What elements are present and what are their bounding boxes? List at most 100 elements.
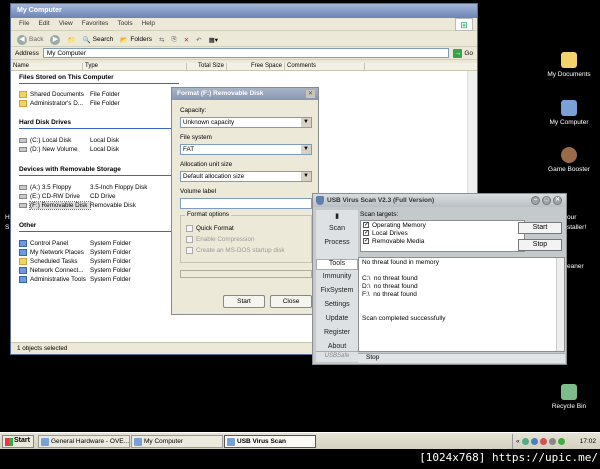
nav-tools[interactable]: Tools [316,259,358,270]
task-usb-virus-scan[interactable]: USB Virus Scan [224,435,316,448]
file-system-select[interactable]: FAT ▼ [180,144,312,155]
desktop-icon-recycle-bin[interactable]: Recycle Bin [539,384,599,410]
nav-register[interactable]: Register [316,329,358,336]
task-my-computer[interactable]: My Computer [131,435,223,448]
target-removable-media[interactable]: ✓ Removable Media [361,237,524,245]
col-type[interactable]: Type [83,63,187,71]
partial-desktop-label: staller! [567,224,587,231]
nav-update[interactable]: Update [316,315,358,322]
scan-stop-button[interactable]: Stop [518,239,562,251]
tray-clock[interactable]: 17:02 [580,438,596,445]
close-icon[interactable]: ✕ [306,90,315,98]
usb-virus-scan-window: USB Virus Scan V2.3 (Full Version) – □ ✕… [312,193,567,365]
back-button[interactable]: ◀ Back [17,34,43,45]
go-arrow-icon: → [453,48,463,58]
tray-icon[interactable] [548,438,556,445]
views-button[interactable]: ▦▾ [209,36,218,44]
back-arrow-icon: ◀ [17,34,27,45]
start-button[interactable]: Start [2,435,34,448]
nav-fixsystem[interactable]: FixSystem [316,287,358,294]
shield-icon [316,196,324,205]
folder-icon [19,100,27,107]
checkbox-icon [186,236,193,243]
usb-scan-titlebar[interactable]: USB Virus Scan V2.3 (Full Version) – □ ✕ [313,194,566,207]
volume-label-input[interactable] [180,198,312,209]
my-computer-titlebar[interactable]: My Computer [11,4,477,18]
go-button[interactable]: → Go [453,48,473,58]
scan-log: No threat found in memory C:\ no threat … [358,257,565,352]
target-local-drives[interactable]: ✓ Local Drives [361,229,524,237]
group-divider [19,83,179,84]
quick-format-checkbox[interactable]: Quick Format [186,225,234,232]
removable-disk-icon [19,203,27,208]
col-free-space[interactable]: Free Space [227,63,285,71]
delete-button[interactable]: ✕ [184,36,189,44]
menu-file[interactable]: File [19,20,29,30]
folders-button[interactable]: 📂 Folders [120,36,152,44]
log-line: Scan completed successfully [362,315,446,322]
partial-desktop-label: eaner [567,263,584,270]
nav-settings[interactable]: Settings [316,301,358,308]
desktop-icon-my-documents[interactable]: My Documents [539,52,599,78]
format-progress-bar [180,270,312,278]
scan-start-button[interactable]: Start [518,222,562,234]
search-icon: 🔍 [82,36,91,44]
hard-drive-icon [19,147,27,152]
nav-immunity[interactable]: Immunity [316,273,358,280]
format-titlebar[interactable]: Format (F:) Removable Disk [172,88,318,100]
target-operating-memory[interactable]: ✓ Operating Memory [361,221,524,229]
partial-desktop-label: our [567,214,577,221]
msdos-startup-checkbox[interactable]: Create an MS-DOS startup disk [186,247,285,254]
maximize-icon[interactable]: □ [542,196,551,205]
desktop-icon-my-computer[interactable]: My Computer [539,100,599,126]
recycle-bin-icon [561,384,577,400]
move-to-button[interactable]: ⇆ [159,36,164,44]
nav-process[interactable]: Process [316,239,358,246]
nav-about[interactable]: About [316,343,358,350]
enable-compression-checkbox[interactable]: Enable Compression [186,236,254,243]
col-name[interactable]: Name [11,63,83,71]
desktop-icon-game-booster[interactable]: Game Booster [539,147,599,173]
forward-button[interactable]: ▶ [50,34,61,45]
file-system-label: File system [180,134,212,141]
tray-icon[interactable] [521,438,529,445]
admin-tools-icon [19,276,27,283]
tray-expand-icon[interactable]: « [516,438,520,445]
menu-help[interactable]: Help [142,20,155,30]
copy-to-button[interactable]: ⎘ [171,36,176,44]
group-other-header: Other [19,222,37,229]
task-general-hardware[interactable]: General Hardware - OVE... [38,435,130,448]
search-button[interactable]: 🔍 Search [83,36,114,44]
log-scrollbar[interactable] [556,258,564,351]
menu-tools[interactable]: Tools [117,20,132,30]
start-button[interactable]: Start [223,295,265,308]
scan-targets-label: Scan targets: [360,211,399,218]
close-button[interactable]: Close [270,295,312,308]
allocation-select[interactable]: Default allocation size ▼ [180,171,312,182]
menu-edit[interactable]: Edit [38,20,49,30]
scan-targets-list: ✓ Operating Memory ✓ Local Drives ✓ Removab… [360,220,525,252]
checked-icon: ✓ [363,222,370,228]
menu-favorites[interactable]: Favorites [82,20,109,30]
stop-tab[interactable]: Stop [358,353,565,363]
up-button[interactable]: 📁 [67,36,75,44]
address-bar: Address My Computer → Go [11,46,477,60]
group-divider [19,231,179,232]
close-icon[interactable]: ✕ [553,196,562,205]
col-comments[interactable]: Comments [285,63,365,71]
capacity-select[interactable]: Unknown capacity ▼ [180,117,312,128]
col-total-size[interactable]: Total Size [187,63,227,71]
group-removable-header: Devices with Removable Storage [19,166,121,173]
tray-icon[interactable] [557,438,565,445]
watermark: [1024x768] https://upic.me/ [419,451,598,464]
tray-icon[interactable] [530,438,538,445]
tray-icon[interactable] [539,438,547,445]
log-line: D:\ no threat found [362,283,418,290]
network-places-icon [19,249,27,256]
hard-drive-icon [19,138,27,143]
address-input[interactable]: My Computer [42,48,450,58]
minimize-icon[interactable]: – [531,196,540,205]
nav-scan[interactable]: Scan [316,225,358,232]
menu-view[interactable]: View [59,20,73,30]
undo-button[interactable]: ↶ [196,36,201,44]
